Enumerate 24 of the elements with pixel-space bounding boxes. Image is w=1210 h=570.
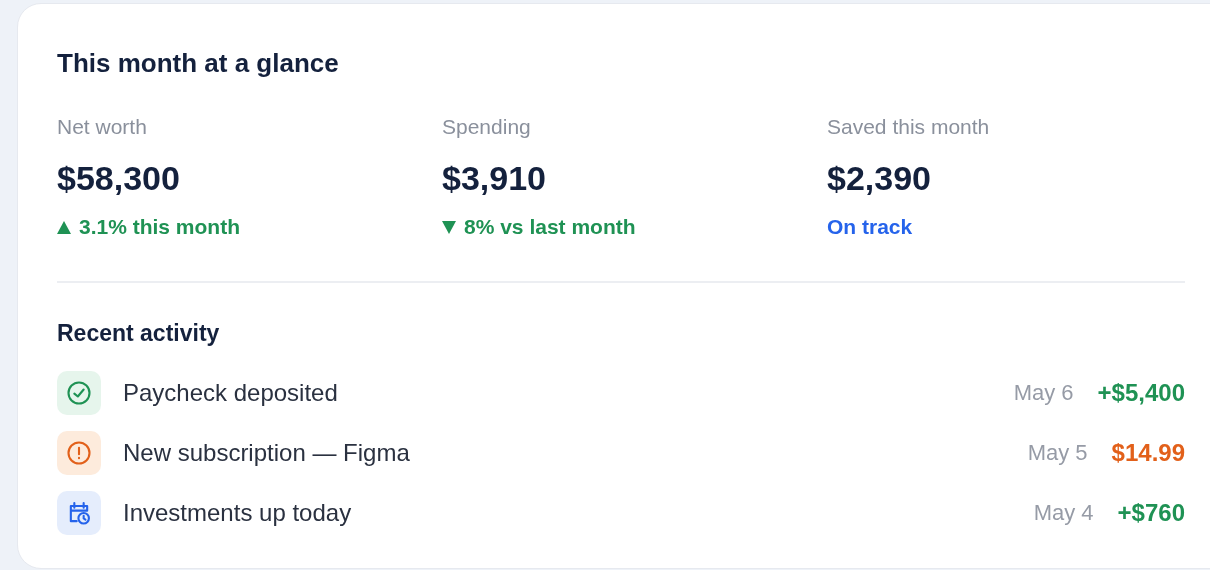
- up-triangle-icon: [57, 220, 71, 234]
- stat-label: Net worth: [57, 115, 147, 139]
- activity-amount: $14.99: [1111, 439, 1185, 467]
- down-triangle-icon: [442, 220, 456, 234]
- stat-change: On track: [827, 215, 913, 239]
- exclamation-circle-icon: [65, 439, 93, 467]
- activity-date: May 4: [1033, 500, 1094, 526]
- activity-date: May 6: [1013, 380, 1074, 406]
- stat-value: $58,300: [57, 159, 180, 198]
- stat-change: 8% vs last month: [464, 215, 636, 239]
- card-title: This month at a glance: [57, 48, 339, 79]
- stat-label: Saved this month: [827, 115, 990, 139]
- activity-amount: +$760: [1117, 499, 1185, 527]
- section-title: Recent activity: [57, 320, 220, 347]
- check-circle-icon: [65, 379, 93, 407]
- activity-text: Investments up today: [123, 499, 353, 527]
- stat-change: 3.1% this month: [79, 215, 241, 239]
- activity-text: New subscription — Figma: [123, 439, 411, 467]
- activity-date: May 5: [1027, 440, 1088, 466]
- stat-value: $2,390: [827, 159, 931, 198]
- stat-label: Spending: [442, 115, 531, 139]
- stat-value: $3,910: [442, 159, 546, 198]
- activity-text: Paycheck deposited: [123, 379, 339, 407]
- activity-amount: +$5,400: [1097, 379, 1185, 407]
